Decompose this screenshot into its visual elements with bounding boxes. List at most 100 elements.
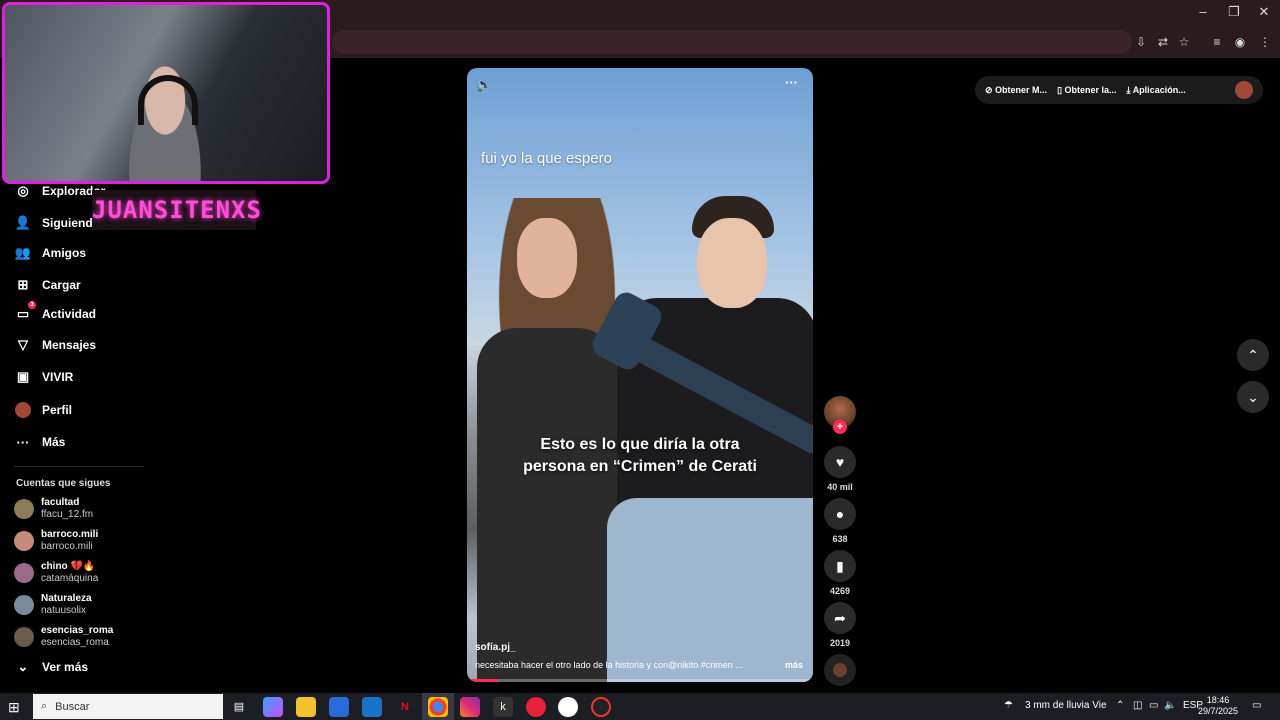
activity-icon: ▭ 3 bbox=[14, 301, 36, 323]
windows-start-icon[interactable]: ⊞ bbox=[8, 699, 20, 716]
sidebar-item-profile[interactable]: Perfil bbox=[14, 399, 72, 421]
user-avatar[interactable] bbox=[1235, 81, 1253, 99]
network-icon[interactable]: ▭ bbox=[1149, 700, 1158, 711]
taskbar-clock[interactable]: 18:46 29/7/2025 bbox=[1196, 695, 1240, 717]
video-username[interactable]: sofía.pj_ bbox=[475, 642, 516, 653]
sidebar-item-upload[interactable]: ⊞ Cargar bbox=[14, 274, 81, 296]
following-account[interactable]: esencias_roma esencias_roma bbox=[14, 625, 113, 649]
following-account[interactable]: Naturaleza natuusolix bbox=[14, 593, 92, 617]
notifications-icon[interactable]: ▭ bbox=[1252, 700, 1261, 711]
webcam-overlay bbox=[2, 2, 330, 184]
video-overlay-text: fui yo la que espero bbox=[481, 150, 612, 167]
sidebar-item-live[interactable]: ▣ VIVIR bbox=[14, 366, 74, 388]
account-name: barroco.mili bbox=[41, 529, 99, 540]
avatar bbox=[14, 563, 34, 583]
see-more-label: Ver más bbox=[42, 660, 89, 674]
get-app-button[interactable]: ▯ Obtener la... bbox=[1057, 85, 1116, 96]
chevron-down-icon: ⌄ bbox=[1247, 389, 1259, 405]
sidebar-item-more[interactable]: ··· Más bbox=[14, 431, 66, 453]
instagram-icon[interactable] bbox=[460, 697, 480, 717]
search-icon: ⌕ bbox=[41, 700, 48, 712]
netflix-icon[interactable]: N bbox=[395, 697, 415, 717]
video-scene bbox=[517, 218, 577, 298]
video-progress-bar[interactable] bbox=[467, 679, 813, 682]
profile-avatar-icon bbox=[14, 401, 32, 419]
following-account[interactable]: chino 💔🔥 catamáquina bbox=[14, 561, 98, 585]
heart-icon: ♥ bbox=[835, 454, 845, 470]
description-more-link[interactable]: más bbox=[785, 660, 803, 670]
compass-icon: ◎ bbox=[17, 183, 29, 198]
following-account[interactable]: facultad ffacu_12.fm bbox=[14, 497, 93, 521]
following-account[interactable]: barroco.mili barroco.mili bbox=[14, 529, 98, 553]
task-view-icon[interactable]: ▤ bbox=[229, 697, 249, 717]
reading-list-icon[interactable]: ≡ bbox=[1208, 33, 1226, 51]
top-right-actions: ⊘ Obtener M... ▯ Obtener la... ⤓ Aplicac… bbox=[975, 76, 1263, 104]
streamer-name-tag: JUANSITENXS bbox=[92, 190, 261, 230]
chrome-icon[interactable] bbox=[428, 697, 448, 717]
follow-plus-icon[interactable]: + bbox=[833, 420, 847, 434]
store-icon[interactable] bbox=[329, 697, 349, 717]
video-description: necesitaba hacer el otro lado de la hist… bbox=[475, 660, 743, 670]
obs-icon[interactable] bbox=[591, 697, 611, 717]
live-icon: ▣ bbox=[16, 369, 30, 384]
volume-icon[interactable]: 🔈 bbox=[476, 77, 492, 93]
avatar bbox=[14, 595, 34, 615]
next-video-button[interactable]: ⌄ bbox=[1237, 381, 1269, 413]
more-options-icon[interactable]: ··· bbox=[785, 75, 798, 90]
video-progress-fill bbox=[467, 679, 499, 682]
account-name: facultad bbox=[41, 497, 80, 508]
avatar bbox=[14, 531, 34, 551]
pill-label: Obtener la... bbox=[1064, 84, 1117, 95]
share-button[interactable]: ➦ bbox=[824, 602, 856, 634]
close-button[interactable]: ✕ bbox=[1249, 4, 1279, 20]
sidebar-item-label: Perfil bbox=[42, 403, 73, 417]
sidebar-item-label: Cargar bbox=[42, 278, 81, 292]
weather-text[interactable]: 3 mm de lluvia Vie bbox=[1025, 700, 1107, 711]
upload-icon: ⊞ bbox=[17, 277, 29, 292]
file-explorer-icon[interactable] bbox=[296, 697, 316, 717]
desktop-app-button[interactable]: ⤓ Aplicación... bbox=[1127, 85, 1186, 96]
app-icon[interactable] bbox=[558, 697, 578, 717]
comment-button[interactable]: ● bbox=[824, 498, 856, 530]
chevron-up-icon[interactable]: ⌃ bbox=[1116, 700, 1124, 711]
sidebar-item-following[interactable]: 👤 Siguiendo bbox=[14, 212, 100, 234]
outlook-icon[interactable] bbox=[362, 697, 382, 717]
like-button[interactable]: ♥ bbox=[824, 446, 856, 478]
avatar bbox=[14, 627, 34, 647]
chevron-down-icon: ⌄ bbox=[17, 659, 29, 674]
sidebar-item-messages[interactable]: ▽ Mensajes bbox=[14, 334, 96, 356]
get-coins-button[interactable]: ⊘ Obtener M... bbox=[985, 85, 1047, 96]
video-player[interactable]: 🔈 ··· fui yo la que espero Esto es lo qu… bbox=[467, 68, 813, 682]
account-name: Naturaleza bbox=[41, 593, 92, 604]
account-handle: ffacu_12.fm bbox=[41, 509, 94, 520]
media-player-icon[interactable] bbox=[526, 697, 546, 717]
address-bar[interactable] bbox=[332, 30, 1132, 54]
pill-label: Obtener M... bbox=[995, 84, 1048, 95]
music-disc-icon[interactable] bbox=[824, 654, 856, 686]
camera-icon[interactable]: ◫ bbox=[1133, 700, 1142, 711]
extension-icon[interactable]: ◉ bbox=[1231, 33, 1249, 51]
sidebar-divider bbox=[14, 466, 144, 467]
save-button[interactable]: ▮ bbox=[824, 550, 856, 582]
like-count: 40 mil bbox=[827, 482, 853, 492]
restore-button[interactable]: ❐ bbox=[1219, 4, 1249, 20]
bookmark-star-icon[interactable]: ☆ bbox=[1175, 33, 1193, 51]
install-app-icon[interactable]: ⇩ bbox=[1132, 33, 1150, 51]
account-handle: esencias_roma bbox=[41, 637, 109, 648]
account-handle: catamáquina bbox=[41, 573, 99, 584]
sidebar-item-friends[interactable]: 👥 Amigos bbox=[14, 242, 86, 264]
translate-icon[interactable]: ⇄ bbox=[1154, 33, 1172, 51]
video-scene bbox=[477, 328, 617, 682]
volume-tray-icon[interactable]: 🔈 bbox=[1164, 700, 1176, 711]
taskbar-search[interactable]: ⌕ Buscar bbox=[33, 694, 223, 719]
minimize-button[interactable]: – bbox=[1188, 4, 1218, 19]
browser-menu-icon[interactable]: ⋮ bbox=[1256, 33, 1274, 51]
messages-icon: ▽ bbox=[18, 337, 28, 352]
video-scene bbox=[697, 218, 767, 308]
weather-icon[interactable]: ☂ bbox=[1004, 700, 1013, 711]
kick-icon[interactable]: k bbox=[493, 697, 513, 717]
previous-video-button[interactable]: ⌃ bbox=[1237, 339, 1269, 371]
see-more-button[interactable]: ⌄ Ver más bbox=[14, 656, 89, 678]
copilot-icon[interactable] bbox=[263, 697, 283, 717]
sidebar-item-activity[interactable]: ▭ 3 Actividad bbox=[14, 301, 96, 325]
